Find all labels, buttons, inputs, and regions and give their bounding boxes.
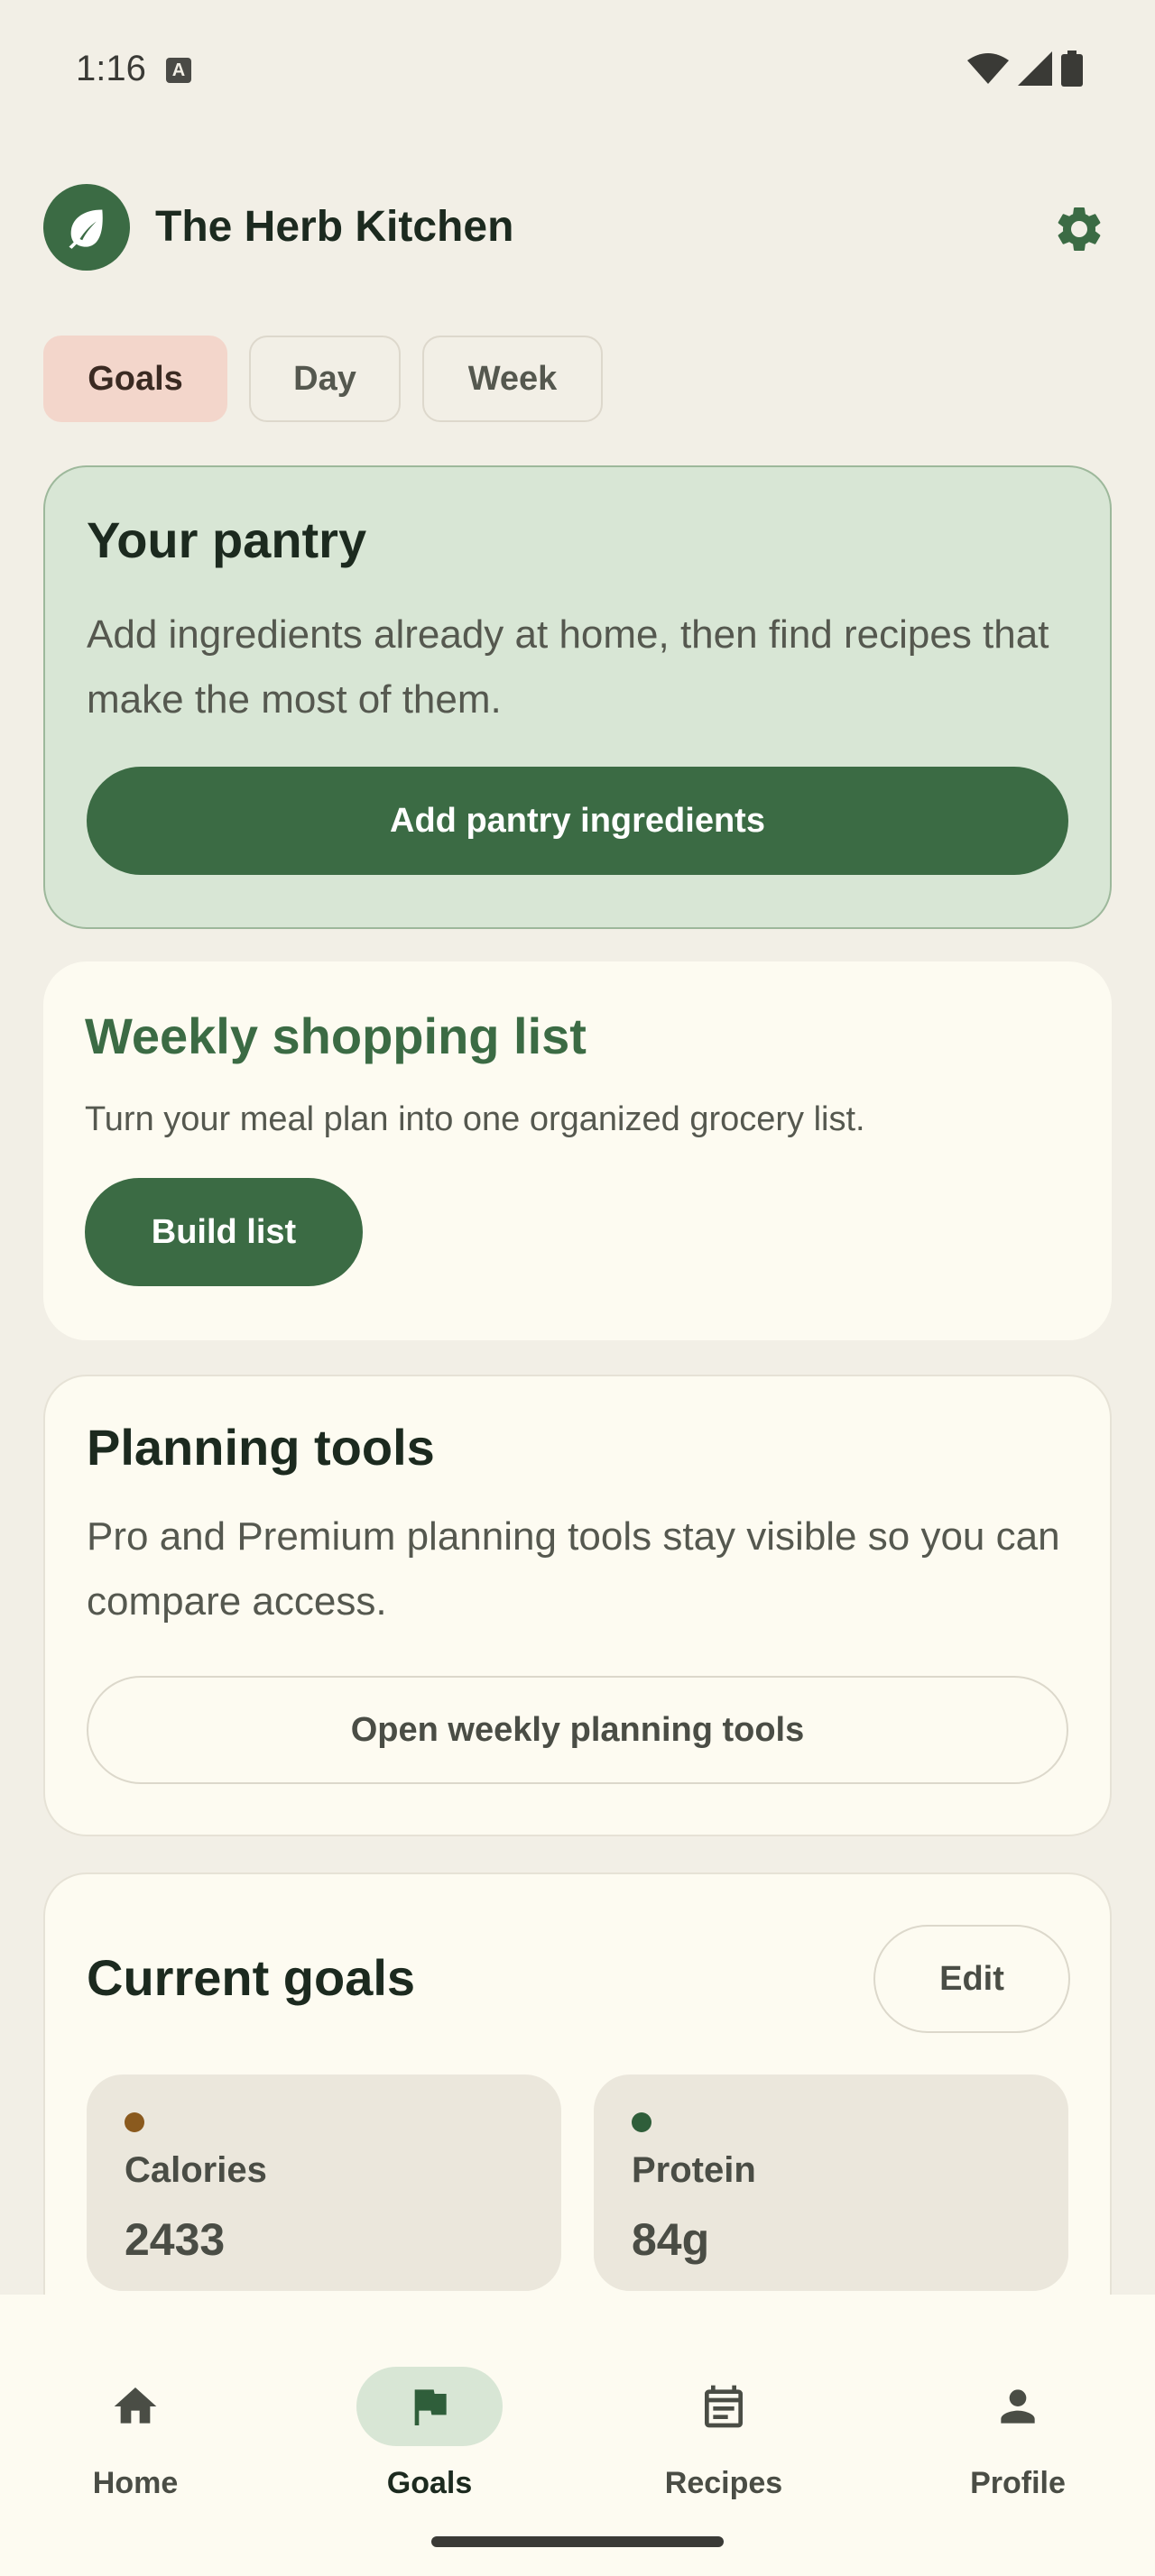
goal-tile-calories: Calories 2433: [87, 2075, 561, 2291]
goal-dot-calories: [125, 2112, 144, 2132]
status-bar: 1:16 A: [0, 0, 1155, 135]
goal-value: 2433: [125, 2214, 226, 2265]
status-time: 1:16: [76, 49, 146, 88]
tab-goals[interactable]: Goals: [43, 336, 227, 422]
nav-pill: [356, 2367, 503, 2446]
nav-item-profile[interactable]: Profile: [910, 2331, 1126, 2500]
pantry-description: Add ingredients already at home, then fi…: [87, 612, 1049, 722]
pantry-title: Your pantry: [87, 511, 367, 568]
bottom-nav: Home Goals Recipes Profile: [0, 2295, 1155, 2576]
nav-pill: [62, 2367, 208, 2446]
add-pantry-ingredients-button[interactable]: Add pantry ingredients: [87, 767, 1068, 875]
goal-dot-protein: [632, 2112, 651, 2132]
pantry-card: Your pantry Add ingredients already at h…: [43, 465, 1112, 929]
nav-item-recipes[interactable]: Recipes: [615, 2331, 832, 2500]
signal-icon: [1018, 51, 1052, 86]
nav-label: Recipes: [664, 2466, 783, 2500]
leaf-icon: [69, 209, 103, 249]
planning-tools-title: Planning tools: [87, 1419, 435, 1476]
gear-icon: [1058, 207, 1101, 251]
nav-pill: [945, 2367, 1091, 2446]
tab-day[interactable]: Day: [249, 336, 401, 422]
planning-tools-description: Pro and Premium planning tools stay visi…: [87, 1514, 1060, 1624]
edit-goals-button[interactable]: Edit: [873, 1925, 1070, 2033]
goal-label: Protein: [632, 2150, 756, 2190]
goal-label: Calories: [125, 2150, 267, 2190]
person-icon: [1001, 2389, 1035, 2424]
build-list-button[interactable]: Build list: [85, 1178, 363, 1286]
nav-label: Home: [92, 2466, 179, 2500]
nav-label: Goals: [386, 2466, 473, 2500]
home-indicator[interactable]: [431, 2536, 724, 2547]
shopping-list-card: Weekly shopping list Turn your meal plan…: [43, 961, 1112, 1340]
app-logo: [43, 184, 130, 271]
flag-icon: [414, 2389, 447, 2425]
current-goals-title: Current goals: [87, 1949, 416, 2006]
nav-label: Profile: [970, 2466, 1066, 2500]
goal-value: 84g: [632, 2214, 710, 2265]
tab-week[interactable]: Week: [422, 336, 603, 422]
notification-icon: A: [166, 58, 191, 83]
shopping-list-title: Weekly shopping list: [85, 1007, 587, 1064]
nav-item-goals[interactable]: Goals: [321, 2331, 538, 2500]
open-weekly-planning-tools-button[interactable]: Open weekly planning tools: [87, 1676, 1068, 1784]
wifi-icon: [967, 53, 1009, 84]
planning-tools-card: Planning tools Pro and Premium planning …: [43, 1375, 1112, 1836]
nav-pill: [651, 2367, 797, 2446]
battery-icon: [1061, 51, 1083, 87]
status-icons: [967, 51, 1083, 87]
settings-button[interactable]: [1047, 197, 1112, 262]
app-title: The Herb Kitchen: [155, 203, 514, 251]
nav-item-home[interactable]: Home: [27, 2331, 244, 2500]
goal-tile-protein: Protein 84g: [594, 2075, 1068, 2291]
home-icon: [114, 2387, 157, 2424]
shopping-list-description: Turn your meal plan into one organized g…: [85, 1100, 865, 1138]
calendar-icon: [705, 2385, 743, 2428]
